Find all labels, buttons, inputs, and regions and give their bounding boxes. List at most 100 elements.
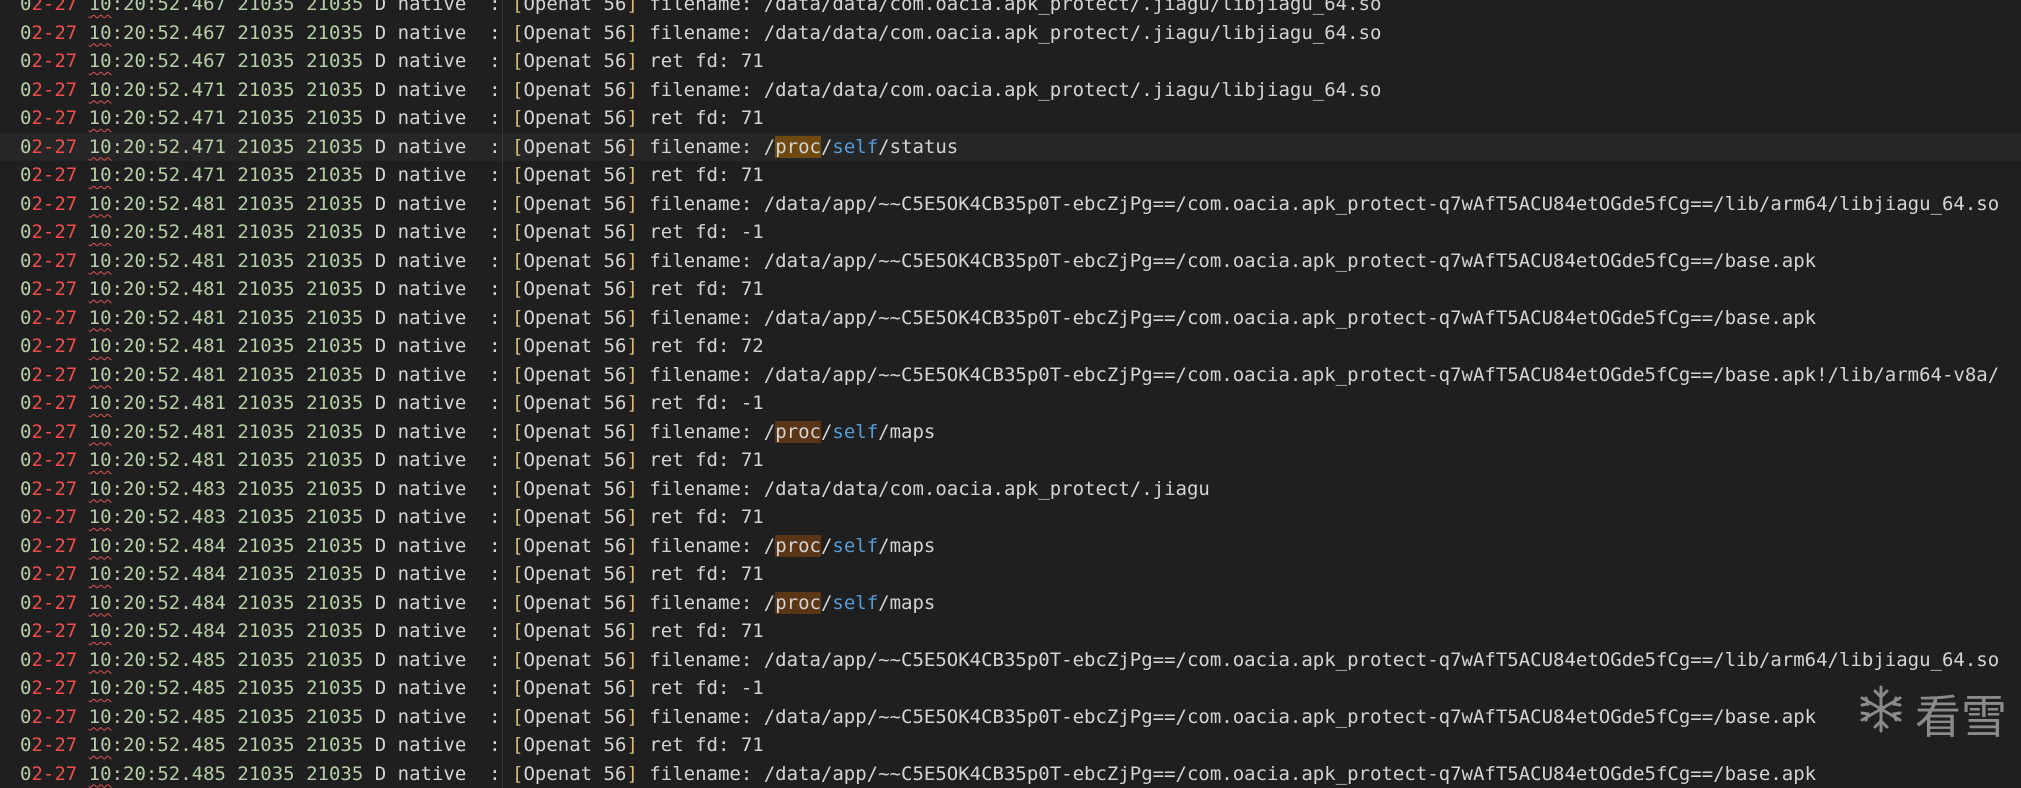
log-bracket: [Openat 56] (512, 221, 638, 243)
log-tag: native (398, 535, 467, 557)
log-tag: native (398, 278, 467, 300)
log-line[interactable]: 02-27 10:20:52.485 21035 21035 D native … (0, 731, 2021, 760)
log-line[interactable]: 02-27 10:20:52.467 21035 21035 D native … (0, 19, 2021, 48)
path-keyword: self (832, 421, 878, 443)
log-line[interactable]: 02-27 10:20:52.485 21035 21035 D native … (0, 674, 2021, 703)
log-line[interactable]: 02-27 10:20:52.485 21035 21035 D native … (0, 646, 2021, 675)
indent-guide (502, 76, 503, 105)
log-line[interactable]: 02-27 10:20:52.484 21035 21035 D native … (0, 617, 2021, 646)
indent-guide (502, 389, 503, 418)
log-tid: 21035 (306, 763, 363, 785)
log-date: 02-27 (20, 677, 77, 699)
log-level: D (375, 706, 386, 728)
indent-guide (502, 560, 503, 589)
log-line[interactable]: 02-27 10:20:52.485 21035 21035 D native … (0, 760, 2021, 788)
log-level: D (375, 50, 386, 72)
log-level: D (375, 478, 386, 500)
log-date: 02-27 (20, 0, 77, 15)
log-bracket: [Openat 56] (512, 335, 638, 357)
log-date: 02-27 (20, 79, 77, 101)
log-line[interactable]: 02-27 10:20:52.481 21035 21035 D native … (0, 361, 2021, 390)
log-date: 02-27 (20, 250, 77, 272)
log-line[interactable]: 02-27 10:20:52.471 21035 21035 D native … (0, 76, 2021, 105)
path-suffix: /maps (878, 421, 935, 443)
log-line[interactable]: 02-27 10:20:52.485 21035 21035 D native … (0, 703, 2021, 732)
watermark: 看雪 (1855, 681, 2007, 747)
log-message: filename: /proc/self/maps (649, 535, 935, 557)
log-line[interactable]: 02-27 10:20:52.481 21035 21035 D native … (0, 275, 2021, 304)
log-date: 02-27 (20, 706, 77, 728)
log-time: 10:20:52.481 (89, 449, 226, 471)
log-line[interactable]: 02-27 10:20:52.481 21035 21035 D native … (0, 418, 2021, 447)
log-level: D (375, 364, 386, 386)
log-tid: 21035 (306, 278, 363, 300)
log-bracket: [Openat 56] (512, 136, 638, 158)
log-tag: native (398, 620, 467, 642)
log-message: ret fd: 71 (649, 50, 763, 72)
log-message: filename: /data/app/~~C5E5OK4CB35p0T-ebc… (649, 364, 1999, 386)
log-date: 02-27 (20, 449, 77, 471)
log-pid: 21035 (237, 193, 294, 215)
log-pid: 21035 (237, 364, 294, 386)
log-level: D (375, 307, 386, 329)
log-message: ret fd: 71 (649, 107, 763, 129)
log-time: 10:20:52.471 (89, 79, 226, 101)
log-level: D (375, 620, 386, 642)
log-time: 10:20:52.485 (89, 677, 226, 699)
log-bracket: [Openat 56] (512, 478, 638, 500)
log-line[interactable]: 02-27 10:20:52.471 21035 21035 D native … (0, 133, 2021, 162)
log-line[interactable]: 02-27 10:20:52.481 21035 21035 D native … (0, 446, 2021, 475)
log-message: filename: /data/app/~~C5E5OK4CB35p0T-ebc… (649, 763, 1816, 785)
log-message: filename: /data/data/com.oacia.apk_prote… (649, 79, 1381, 101)
path-prefix: filename: / (649, 535, 775, 557)
log-line[interactable]: 02-27 10:20:52.483 21035 21035 D native … (0, 503, 2021, 532)
log-bracket: [Openat 56] (512, 307, 638, 329)
log-line[interactable]: 02-27 10:20:52.481 21035 21035 D native … (0, 247, 2021, 276)
watermark-text: 看雪 (1915, 681, 2007, 747)
log-level: D (375, 278, 386, 300)
indent-guide (502, 47, 503, 76)
log-level: D (375, 677, 386, 699)
log-time: 10:20:52.484 (89, 620, 226, 642)
log-line[interactable]: 02-27 10:20:52.481 21035 21035 D native … (0, 389, 2021, 418)
log-tag: native (398, 307, 467, 329)
log-date: 02-27 (20, 107, 77, 129)
log-pid: 21035 (237, 421, 294, 443)
log-date: 02-27 (20, 649, 77, 671)
log-tag: native (398, 364, 467, 386)
log-time: 10:20:52.467 (89, 0, 226, 15)
log-tag: native (398, 734, 467, 756)
log-output[interactable]: 02-27 10:20:52.467 21035 21035 D native … (0, 0, 2021, 788)
log-level: D (375, 164, 386, 186)
log-time: 10:20:52.484 (89, 563, 226, 585)
log-tid: 21035 (306, 392, 363, 414)
log-line[interactable]: 02-27 10:20:52.484 21035 21035 D native … (0, 589, 2021, 618)
log-tid: 21035 (306, 734, 363, 756)
log-line[interactable]: 02-27 10:20:52.481 21035 21035 D native … (0, 218, 2021, 247)
log-line[interactable]: 02-27 10:20:52.484 21035 21035 D native … (0, 560, 2021, 589)
log-level: D (375, 506, 386, 528)
log-tid: 21035 (306, 79, 363, 101)
log-bracket: [Openat 56] (512, 421, 638, 443)
indent-guide (502, 475, 503, 504)
log-tag: native (398, 79, 467, 101)
log-line[interactable]: 02-27 10:20:52.483 21035 21035 D native … (0, 475, 2021, 504)
log-message: ret fd: -1 (649, 221, 763, 243)
indent-guide (502, 646, 503, 675)
log-line[interactable]: 02-27 10:20:52.467 21035 21035 D native … (0, 47, 2021, 76)
search-highlight: proc (775, 535, 821, 557)
indent-guide (502, 332, 503, 361)
log-pid: 21035 (237, 706, 294, 728)
log-line[interactable]: 02-27 10:20:52.471 21035 21035 D native … (0, 161, 2021, 190)
log-line[interactable]: 02-27 10:20:52.481 21035 21035 D native … (0, 190, 2021, 219)
log-line[interactable]: 02-27 10:20:52.484 21035 21035 D native … (0, 532, 2021, 561)
log-date: 02-27 (20, 335, 77, 357)
path-keyword: self (832, 592, 878, 614)
log-line[interactable]: 02-27 10:20:52.467 21035 21035 D native … (0, 0, 2021, 19)
log-line[interactable]: 02-27 10:20:52.471 21035 21035 D native … (0, 104, 2021, 133)
log-level: D (375, 535, 386, 557)
log-line[interactable]: 02-27 10:20:52.481 21035 21035 D native … (0, 304, 2021, 333)
log-level: D (375, 392, 386, 414)
log-level: D (375, 136, 386, 158)
log-line[interactable]: 02-27 10:20:52.481 21035 21035 D native … (0, 332, 2021, 361)
